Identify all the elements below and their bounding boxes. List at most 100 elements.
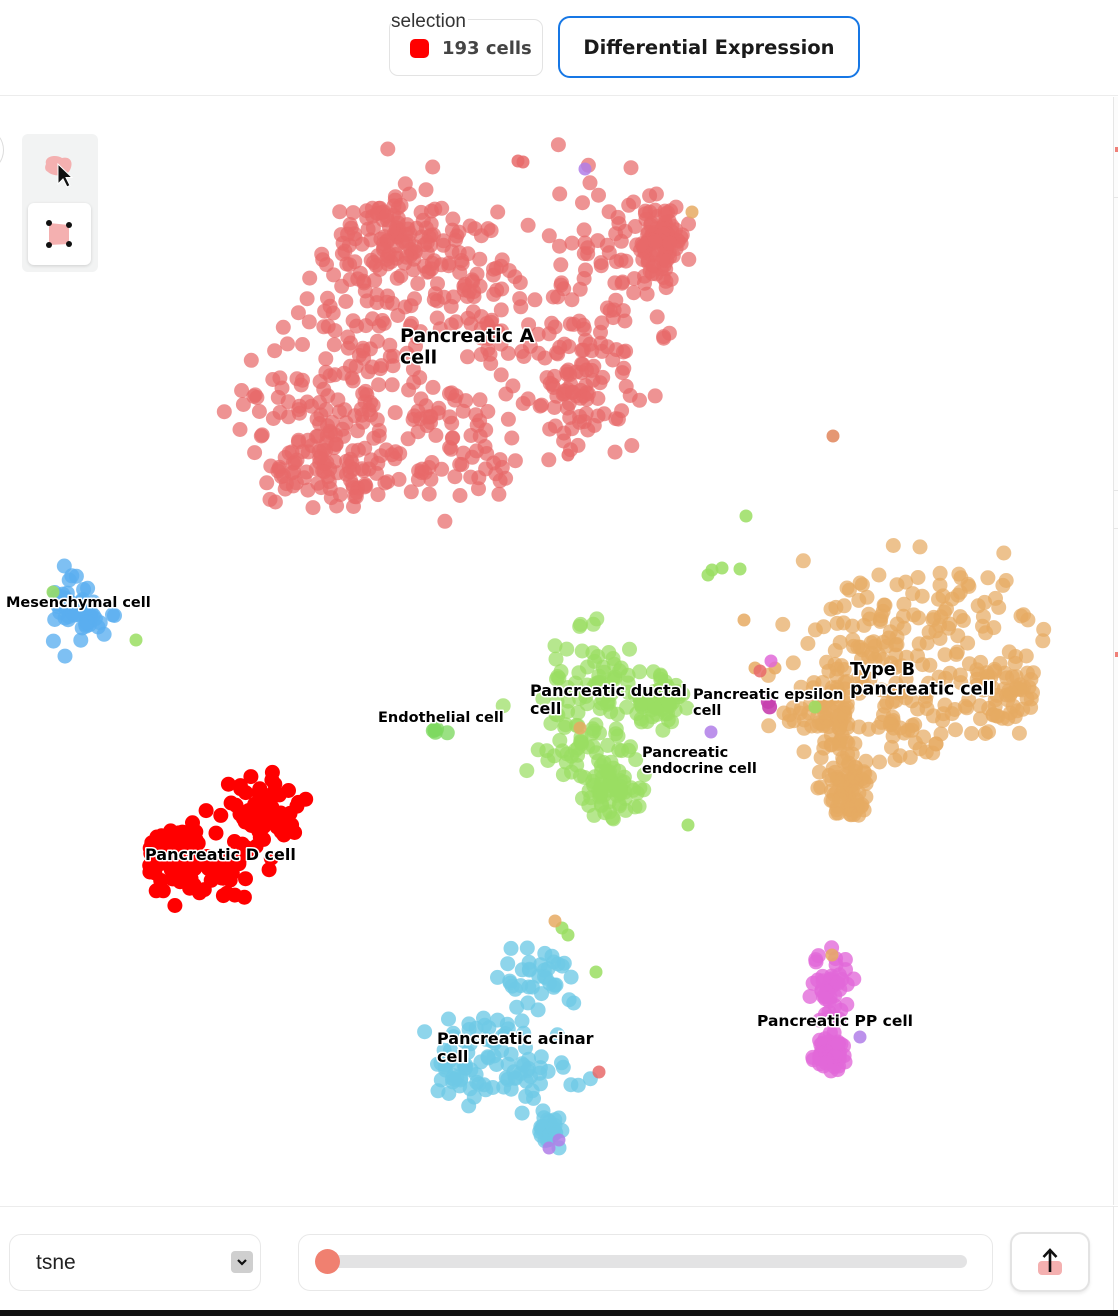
cluster-label-line: Pancreatic A xyxy=(400,325,535,347)
cell-point xyxy=(433,1072,449,1088)
cell-point xyxy=(494,281,510,297)
lasso-select-button[interactable] xyxy=(28,139,91,201)
cell-point xyxy=(951,566,967,582)
cell-point xyxy=(252,791,268,807)
differential-expression-button[interactable]: Differential Expression xyxy=(558,16,860,78)
cell-point xyxy=(425,159,441,175)
cell-point xyxy=(624,438,640,453)
cell-point xyxy=(419,234,435,250)
cell-point xyxy=(592,1065,606,1079)
cell-point xyxy=(581,783,597,799)
cell-point xyxy=(557,719,573,735)
export-button[interactable] xyxy=(1010,1232,1090,1292)
cell-point xyxy=(957,698,973,714)
cell-point xyxy=(825,948,839,962)
cluster-label-line: cell xyxy=(400,346,437,368)
cell-point xyxy=(550,346,566,362)
cell-point xyxy=(514,1105,530,1121)
cell-point xyxy=(584,362,600,378)
cell-point xyxy=(662,235,678,251)
cell-point xyxy=(566,995,582,1011)
slider-thumb[interactable] xyxy=(315,1249,340,1274)
cell-point xyxy=(238,871,253,887)
cell-point xyxy=(764,654,778,668)
slider-track[interactable] xyxy=(315,1249,967,1274)
cell-point xyxy=(234,383,250,398)
cell-point xyxy=(530,1002,546,1018)
cell-point xyxy=(129,633,143,647)
cell-point xyxy=(753,664,767,678)
cell-point xyxy=(332,204,348,220)
cell-point xyxy=(561,928,575,942)
cell-point xyxy=(313,407,329,423)
cell-point xyxy=(376,316,392,331)
cell-point xyxy=(615,274,631,290)
cell-point xyxy=(428,427,444,443)
cluster-mesenchymal-cell[interactable] xyxy=(45,558,122,664)
cell-point xyxy=(216,404,232,420)
cell-point xyxy=(542,1141,556,1155)
cell-point xyxy=(607,444,623,460)
cell-point xyxy=(356,350,372,366)
cell-point xyxy=(829,615,845,631)
cell-point xyxy=(291,402,307,418)
cell-point xyxy=(592,725,607,741)
cell-point xyxy=(376,242,391,258)
cell-point xyxy=(452,488,468,503)
cluster-pancreatic-d-cell[interactable] xyxy=(142,764,314,913)
cell-point xyxy=(853,1030,867,1044)
cell-point xyxy=(775,616,791,632)
cell-point xyxy=(864,646,880,662)
cell-point xyxy=(507,453,523,469)
cell-point xyxy=(623,160,639,176)
cell-point xyxy=(421,486,437,502)
cell-point xyxy=(338,294,354,309)
cell-point xyxy=(638,211,654,227)
cell-point xyxy=(739,509,753,523)
cell-point xyxy=(265,411,281,426)
embedding-plot[interactable]: Pancreatic Acell Type Bpancreatic cell Pan… xyxy=(0,97,1116,1205)
scatter-canvas[interactable]: Pancreatic AcellType Bpancreatic cellPan… xyxy=(0,97,1116,1205)
cell-point xyxy=(223,795,239,811)
cell-point xyxy=(500,345,516,361)
lasso-cursor-icon xyxy=(44,156,73,188)
cell-point xyxy=(538,970,554,986)
cell-point xyxy=(512,291,528,307)
cell-point xyxy=(273,805,289,821)
slider-container xyxy=(298,1234,993,1291)
cell-point xyxy=(385,295,400,311)
polygon-select-button[interactable] xyxy=(28,203,91,265)
cell-point xyxy=(57,648,73,664)
right-scroll-rail[interactable] xyxy=(1113,97,1118,1205)
cell-point xyxy=(323,490,339,506)
cell-point xyxy=(389,270,405,286)
cell-point xyxy=(363,252,379,268)
chevron-down-icon[interactable] xyxy=(231,1251,253,1273)
cell-point xyxy=(271,787,287,803)
cell-point xyxy=(980,570,996,586)
cell-point xyxy=(326,337,342,353)
cell-point xyxy=(674,227,690,243)
cell-point xyxy=(594,796,610,812)
cell-point xyxy=(996,545,1012,561)
cell-point xyxy=(464,449,480,465)
cell-point xyxy=(577,235,593,251)
cluster-pancreatic-a-cell[interactable] xyxy=(216,97,697,529)
cell-point xyxy=(490,969,505,985)
embedding-select[interactable]: tsne xyxy=(9,1234,261,1291)
cell-point xyxy=(290,305,306,321)
cluster-label: Mesenchymal cell xyxy=(6,595,151,611)
cell-point xyxy=(550,289,565,305)
window-bottom-edge xyxy=(0,1310,1118,1316)
cluster-pancreatic-ductal-cell[interactable] xyxy=(495,611,695,827)
cell-point xyxy=(80,580,96,596)
cell-point xyxy=(861,606,877,622)
cell-point xyxy=(560,703,576,719)
cell-point xyxy=(518,1088,534,1104)
selection-count: 193 cells xyxy=(442,38,532,59)
embedding-value: tsne xyxy=(36,1250,76,1274)
cluster-label: Pancreatic D cell xyxy=(145,845,296,864)
cell-point xyxy=(563,1077,579,1093)
cell-point xyxy=(614,365,630,381)
cell-point xyxy=(449,1070,465,1085)
